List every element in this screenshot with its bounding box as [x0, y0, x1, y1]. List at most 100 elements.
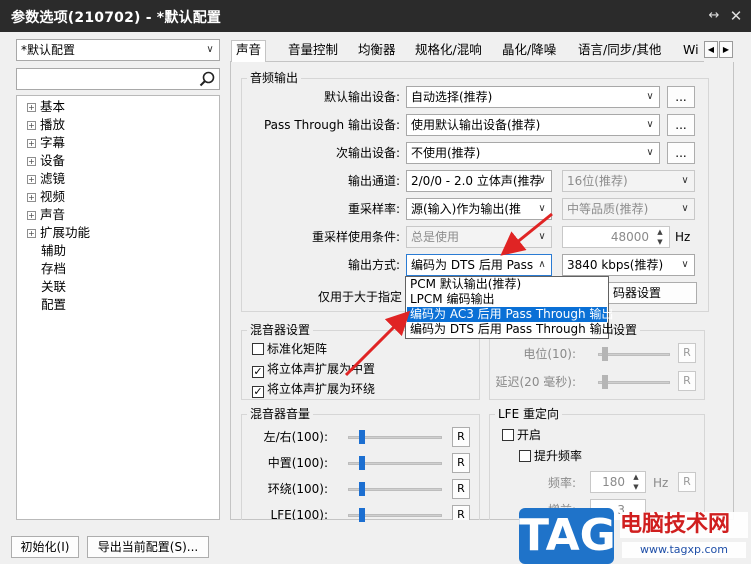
- search-input[interactable]: [16, 68, 220, 90]
- spin-up-icon[interactable]: ▲: [630, 473, 642, 482]
- delay-slider[interactable]: [598, 375, 670, 389]
- expand-icon[interactable]: +: [27, 157, 36, 166]
- expand-icon[interactable]: +: [27, 193, 36, 202]
- resample-rate-label: 重采样率:: [347, 202, 400, 216]
- volume-center-label: 中置(100):: [267, 456, 328, 470]
- default-output-combo[interactable]: 自动选择(推荐) ∨: [406, 86, 660, 108]
- tab-scroll-right-icon[interactable]: ▶: [719, 41, 733, 58]
- tab-language-sync-other[interactable]: 语言/同步/其他: [574, 41, 665, 61]
- mixer-volume-title: 混音器音量: [247, 406, 314, 422]
- dropdown-option-dts-passthrough[interactable]: 编码为 DTS 后用 Pass Through 输出: [407, 322, 614, 337]
- resample-quality-combo[interactable]: 中等品质(推荐) ∨: [562, 198, 695, 220]
- resample-rate-value: 源(输入)作为输出(推: [411, 202, 522, 216]
- output-mode-combo[interactable]: 编码为 DTS 后用 Pass ∧: [406, 254, 552, 276]
- volume-center-reset-button[interactable]: R: [452, 453, 470, 473]
- slider-thumb[interactable]: [359, 430, 365, 444]
- resample-condition-label: 重采样使用条件:: [311, 230, 400, 244]
- chevron-down-icon: ∨: [206, 44, 214, 55]
- slider-thumb[interactable]: [602, 347, 608, 361]
- lfe-enable-checkbox[interactable]: 开启: [502, 427, 541, 443]
- resample-condition-combo[interactable]: 总是使用 ∨: [406, 226, 552, 248]
- expand-icon[interactable]: +: [27, 211, 36, 220]
- tree-item-playback[interactable]: + 播放: [27, 116, 65, 134]
- encoder-settings-button[interactable]: 码器设置: [606, 282, 697, 304]
- delay-label: 延迟(20 毫秒):: [495, 375, 577, 389]
- initialize-button[interactable]: 初始化(I): [11, 536, 79, 558]
- tree-item-video[interactable]: + 视频: [27, 188, 65, 206]
- expand-icon[interactable]: +: [27, 229, 36, 238]
- delay-reset-button[interactable]: R: [678, 371, 696, 391]
- bitrate-combo[interactable]: 3840 kbps(推荐) ∨: [562, 254, 695, 276]
- tree-item-archive[interactable]: 存档: [41, 260, 66, 278]
- spin-down-icon[interactable]: ▼: [630, 483, 642, 492]
- tree-item-assist[interactable]: 辅助: [41, 242, 66, 260]
- passthrough-output-browse-button[interactable]: ...: [667, 114, 695, 136]
- normalize-matrix-checkbox[interactable]: 标准化矩阵: [252, 341, 327, 357]
- spin-up-icon[interactable]: ▲: [654, 228, 666, 237]
- dropdown-option-pcm[interactable]: PCM 默认输出(推荐): [407, 277, 607, 292]
- tab-crystal-denoise[interactable]: 晶化/降噪: [498, 41, 560, 61]
- output-mode-dropdown-list[interactable]: PCM 默认输出(推荐) LPCM 编码输出 编码为 AC3 后用 Pass Thr…: [405, 276, 614, 339]
- stereo-to-surround-checkbox[interactable]: ✓ 将立体声扩展为环绕: [252, 381, 375, 398]
- passthrough-output-label: Pass Through 输出设备:: [263, 118, 400, 132]
- passthrough-output-combo[interactable]: 使用默认输出设备(推荐) ∨: [406, 114, 660, 136]
- secondary-output-combo[interactable]: 不使用(推荐) ∨: [406, 142, 660, 164]
- expand-icon[interactable]: +: [27, 175, 36, 184]
- volume-left-right-reset-button[interactable]: R: [452, 427, 470, 447]
- expand-icon[interactable]: +: [27, 139, 36, 148]
- tab-volume-control[interactable]: 音量控制: [284, 41, 342, 61]
- boost-frequency-checkbox[interactable]: 提升频率: [519, 448, 582, 464]
- slider-thumb[interactable]: [359, 456, 365, 470]
- expand-icon[interactable]: +: [27, 103, 36, 112]
- tab-sound[interactable]: 声音: [231, 40, 267, 62]
- tree-item-label: 声音: [40, 207, 66, 222]
- default-output-browse-button[interactable]: ...: [667, 86, 695, 108]
- spin-down-icon[interactable]: ▼: [654, 238, 666, 247]
- tab-normalize-reverb[interactable]: 规格化/混响: [411, 41, 486, 61]
- search-icon[interactable]: [198, 70, 216, 88]
- chevron-up-icon: ∧: [538, 259, 546, 270]
- export-config-button[interactable]: 导出当前配置(S)...: [87, 536, 209, 558]
- slider-thumb[interactable]: [359, 508, 365, 522]
- frequency-spinner[interactable]: 180 ▲ ▼: [590, 471, 646, 493]
- tree-item-filter[interactable]: + 滤镜: [27, 170, 65, 188]
- volume-lfe-slider[interactable]: [348, 508, 442, 522]
- slider-thumb[interactable]: [359, 482, 365, 496]
- dropdown-option-ac3-passthrough[interactable]: 编码为 AC3 后用 Pass Through 输出: [407, 307, 613, 322]
- slider-thumb[interactable]: [602, 375, 608, 389]
- profile-combo[interactable]: *默认配置 ∨: [16, 39, 220, 61]
- tree-item-association[interactable]: 关联: [41, 278, 66, 296]
- dropdown-option-lpcm[interactable]: LPCM 编码输出: [407, 292, 607, 307]
- checkmark-icon: ✓: [252, 385, 264, 398]
- tab-equalizer[interactable]: 均衡器: [354, 41, 400, 61]
- secondary-output-browse-button[interactable]: ...: [667, 142, 695, 164]
- bit-depth-combo[interactable]: 16位(推荐) ∨: [562, 170, 695, 192]
- volume-left-right-slider[interactable]: [348, 430, 442, 444]
- level-slider[interactable]: [598, 347, 670, 361]
- tree-item-config[interactable]: 配置: [41, 296, 66, 314]
- resample-rate-combo[interactable]: 源(输入)作为输出(推 ∨: [406, 198, 552, 220]
- tree-item-sound[interactable]: + 声音: [27, 206, 65, 224]
- level-reset-button[interactable]: R: [678, 343, 696, 363]
- tab-scroll-left-icon[interactable]: ◀: [704, 41, 718, 58]
- stereo-to-center-label: 将立体声扩展为中置: [267, 362, 376, 376]
- volume-surround-slider[interactable]: [348, 482, 442, 496]
- frequency-reset-button[interactable]: R: [678, 472, 696, 492]
- secondary-output-label: 次输出设备:: [335, 146, 400, 160]
- output-channel-combo[interactable]: 2/0/0 - 2.0 立体声(推荐 ∨: [406, 170, 552, 192]
- pin-icon[interactable]: ↔: [706, 8, 722, 24]
- volume-center-slider[interactable]: [348, 456, 442, 470]
- tree-item-device[interactable]: + 设备: [27, 152, 65, 170]
- volume-surround-reset-button[interactable]: R: [452, 479, 470, 499]
- chevron-down-icon: ∨: [681, 175, 689, 186]
- tab-more[interactable]: Wi: [681, 41, 703, 61]
- stereo-to-center-checkbox[interactable]: ✓ 将立体声扩展为中置: [252, 361, 375, 378]
- tree-item-subtitle[interactable]: + 字幕: [27, 134, 65, 152]
- sample-rate-spinner[interactable]: 48000 ▲ ▼: [562, 226, 670, 248]
- close-icon[interactable]: ✕: [728, 8, 744, 24]
- tree-item-label: 辅助: [41, 243, 67, 258]
- volume-lfe-reset-button[interactable]: R: [452, 505, 470, 521]
- expand-icon[interactable]: +: [27, 121, 36, 130]
- tree-item-extension[interactable]: + 扩展功能: [27, 224, 90, 242]
- tree-item-basic[interactable]: + 基本: [27, 98, 65, 116]
